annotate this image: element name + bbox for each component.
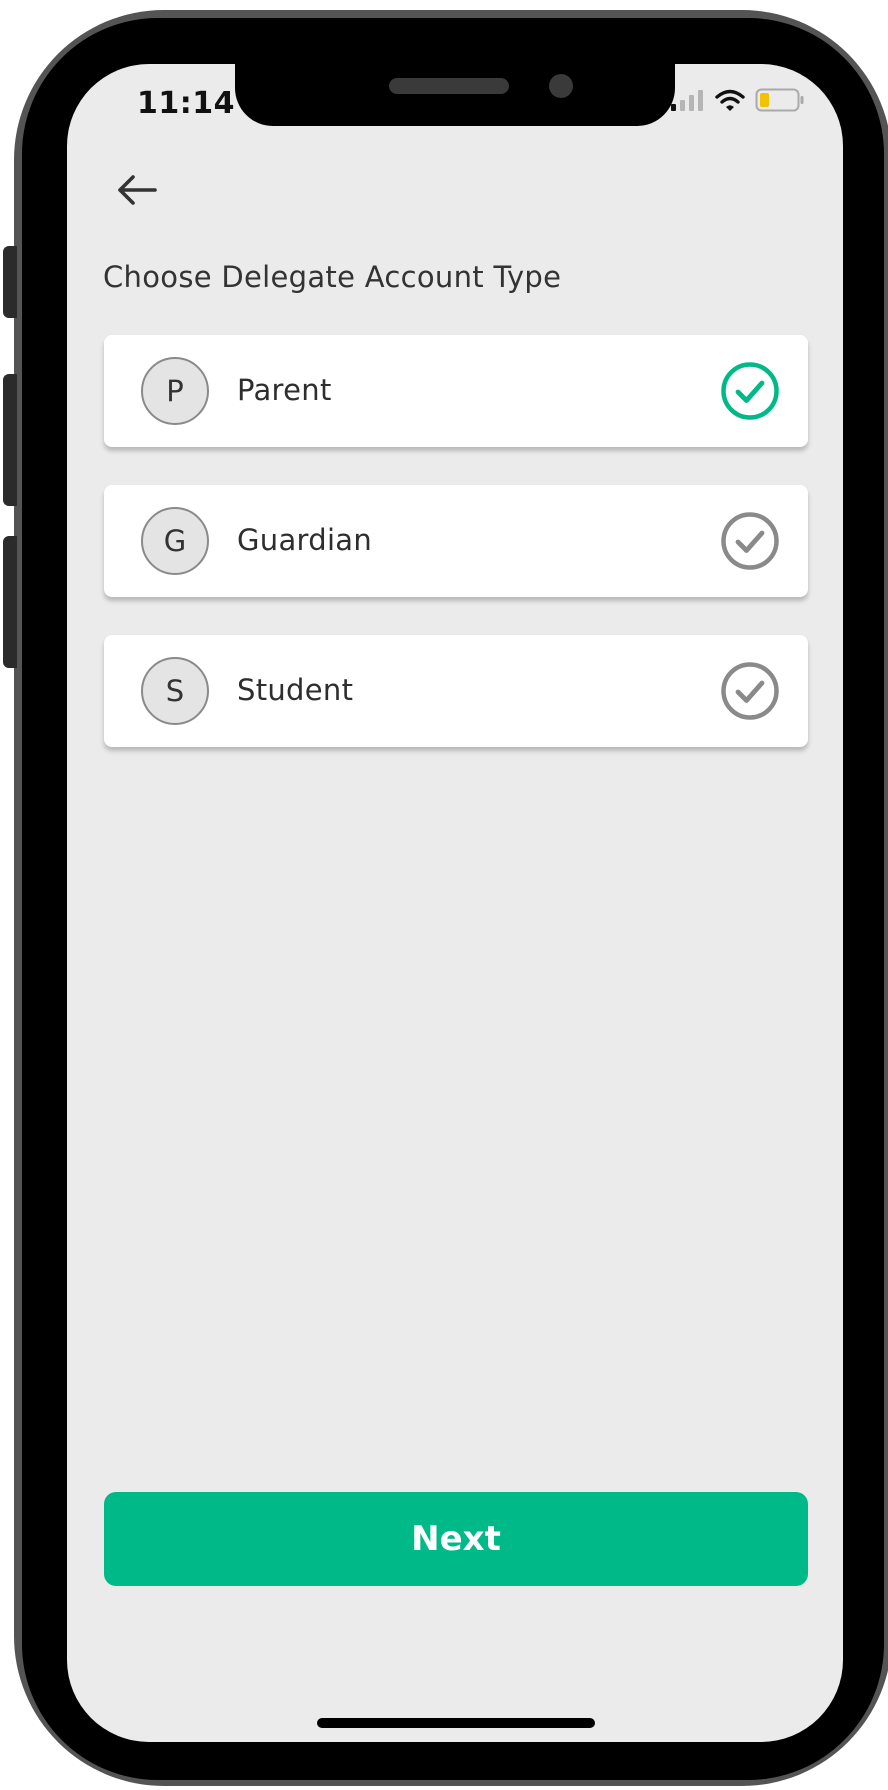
page-title: Choose Delegate Account Type	[103, 260, 562, 294]
next-button[interactable]: Next	[104, 1492, 808, 1586]
option-card-parent[interactable]: P Parent	[104, 335, 808, 447]
app-screen: 11:14 Choose Delegate Account Type P Par…	[67, 64, 843, 1742]
signal-icon	[671, 90, 703, 111]
speaker-grille	[389, 78, 509, 94]
check-circle-icon[interactable]	[720, 661, 780, 721]
option-label: Parent	[237, 373, 332, 407]
volume-down-button	[3, 536, 17, 668]
arrow-left-icon[interactable]	[111, 164, 163, 216]
home-indicator	[317, 1718, 595, 1728]
avatar: S	[141, 657, 209, 725]
volume-up-button	[3, 374, 17, 506]
option-card-student[interactable]: S Student	[104, 635, 808, 747]
option-card-guardian[interactable]: G Guardian	[104, 485, 808, 597]
check-circle-icon[interactable]	[720, 361, 780, 421]
wifi-icon	[715, 89, 745, 111]
status-time: 11:14	[137, 86, 235, 121]
avatar: P	[141, 357, 209, 425]
battery-icon	[755, 88, 804, 112]
option-label: Guardian	[237, 523, 373, 557]
notch	[235, 64, 675, 126]
check-circle-icon[interactable]	[720, 511, 780, 571]
mute-switch	[3, 246, 17, 318]
status-icons	[671, 88, 805, 112]
front-camera	[549, 74, 573, 98]
option-label: Student	[237, 673, 354, 707]
avatar: G	[141, 507, 209, 575]
